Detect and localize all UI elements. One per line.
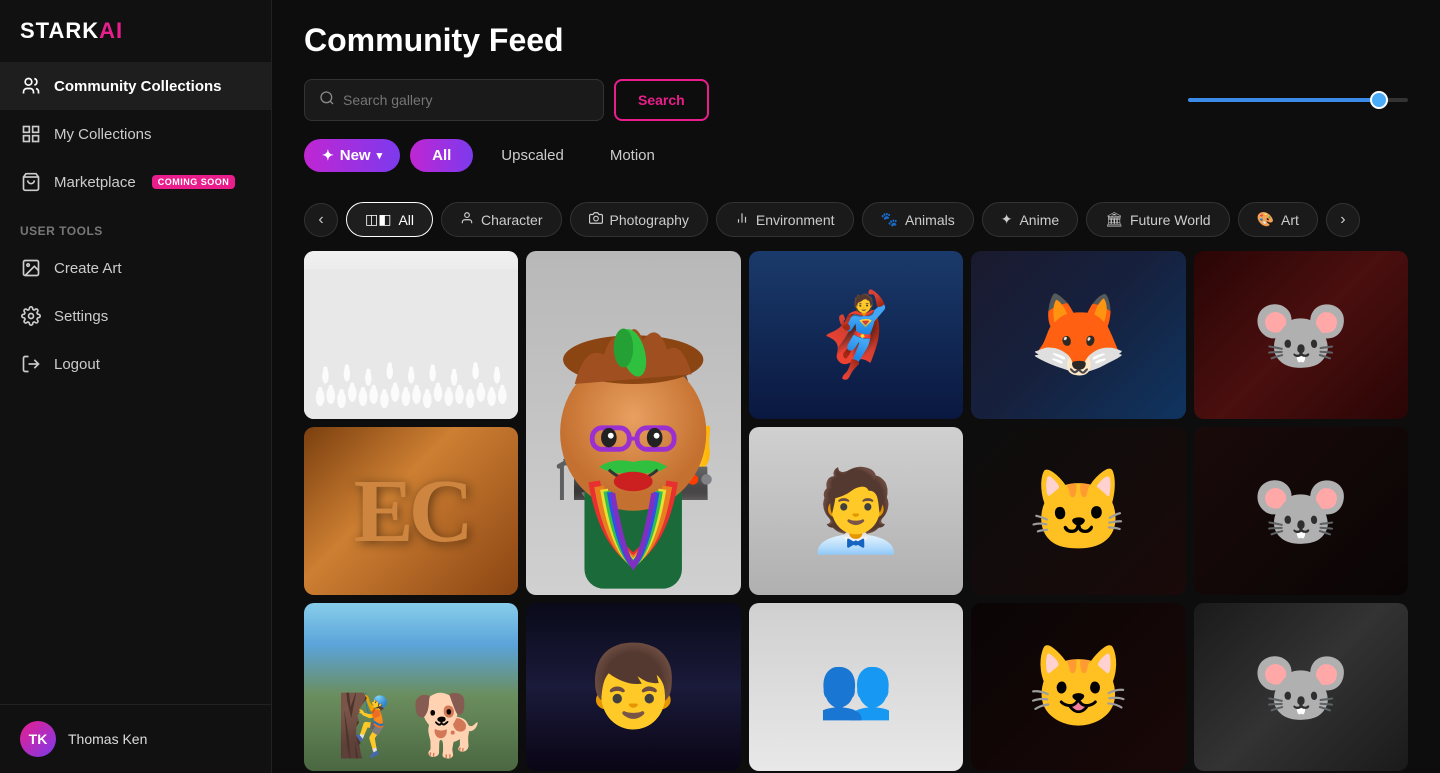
category-label-future-world: Future World bbox=[1130, 212, 1211, 228]
category-tab-animals[interactable]: 🐾 Animals bbox=[862, 202, 974, 237]
category-label-character: Character bbox=[481, 212, 542, 228]
page-title: Community Feed bbox=[304, 22, 1408, 59]
category-tab-anime[interactable]: ✦ Anime bbox=[982, 202, 1078, 237]
sidebar-item-logout[interactable]: Logout bbox=[0, 340, 271, 388]
search-row: Search bbox=[304, 79, 1408, 121]
sidebar-label-marketplace: Marketplace bbox=[54, 174, 136, 191]
slider-wrap bbox=[1188, 98, 1408, 102]
anime-icon: ✦ bbox=[1001, 211, 1013, 228]
sidebar-item-community[interactable]: Community Collections bbox=[0, 62, 271, 110]
logo-stark: STARK bbox=[20, 18, 99, 43]
logout-icon bbox=[20, 353, 42, 375]
category-prev-button[interactable]: ‹ bbox=[304, 203, 338, 237]
filter-upscaled-button[interactable]: Upscaled bbox=[483, 139, 582, 172]
art-icon: 🎨 bbox=[1257, 211, 1274, 228]
caret-down-icon: ▾ bbox=[377, 149, 383, 162]
sidebar-label-settings: Settings bbox=[54, 308, 108, 325]
filter-all-button[interactable]: All bbox=[410, 139, 473, 172]
search-input[interactable] bbox=[343, 92, 543, 108]
gallery-item-1[interactable] bbox=[304, 251, 518, 419]
gallery-scroll[interactable]: 🧑‍🎤 bbox=[272, 251, 1440, 773]
image-icon bbox=[20, 257, 42, 279]
sidebar: STARKAI Community Collections My Collect… bbox=[0, 0, 272, 773]
sidebar-item-my-collections[interactable]: My Collections bbox=[0, 110, 271, 158]
category-tab-all[interactable]: ◫◧ All bbox=[346, 202, 433, 237]
category-tab-art[interactable]: 🎨 Art bbox=[1238, 202, 1318, 237]
category-tab-future-world[interactable]: 🏛 Future World bbox=[1086, 202, 1229, 237]
gallery-item-5[interactable]: 🐭 bbox=[1194, 251, 1408, 419]
character-icon bbox=[460, 211, 474, 228]
sidebar-item-marketplace[interactable]: Marketplace Coming Soon bbox=[0, 158, 271, 206]
main-header: Community Feed Search ✦ New ▾ bbox=[272, 0, 1440, 202]
ec-letters: EC bbox=[354, 460, 469, 563]
gallery-grid: 🧑‍🎤 bbox=[304, 251, 1408, 771]
grid-icon bbox=[20, 123, 42, 145]
category-tab-environment[interactable]: Environment bbox=[716, 202, 854, 237]
search-icon bbox=[319, 90, 335, 111]
gallery-item-hiker[interactable]: 🧗🐕 bbox=[304, 603, 518, 771]
filter-new-button[interactable]: ✦ New ▾ bbox=[304, 139, 400, 172]
category-label-environment: Environment bbox=[756, 212, 835, 228]
category-label-animals: Animals bbox=[905, 212, 955, 228]
category-next-button[interactable]: › bbox=[1326, 203, 1360, 237]
search-button[interactable]: Search bbox=[614, 79, 709, 121]
user-footer: TK Thomas Ken bbox=[0, 704, 271, 773]
gallery-item-ec[interactable]: EC bbox=[304, 427, 518, 595]
sidebar-label-create-art: Create Art bbox=[54, 260, 122, 277]
view-slider[interactable] bbox=[1188, 98, 1408, 102]
coming-soon-badge: Coming Soon bbox=[152, 175, 236, 189]
photography-icon bbox=[589, 211, 603, 228]
category-label-anime: Anime bbox=[1019, 212, 1059, 228]
gallery-item-political[interactable]: 👥 bbox=[749, 603, 963, 771]
user-name: Thomas Ken bbox=[68, 731, 147, 747]
category-label-art: Art bbox=[1281, 212, 1299, 228]
sparkle-icon: ✦ bbox=[322, 147, 334, 164]
gallery-item-city-char[interactable]: 👦 bbox=[526, 603, 740, 771]
main-content: Community Feed Search ✦ New ▾ bbox=[272, 0, 1440, 773]
gallery-item-mickey[interactable]: 🐭 bbox=[1194, 603, 1408, 771]
category-label-photography: Photography bbox=[610, 212, 689, 228]
logo: STARKAI bbox=[20, 18, 123, 44]
sidebar-label-logout: Logout bbox=[54, 356, 100, 373]
avatar-initials: TK bbox=[29, 731, 48, 747]
filter-motion-button[interactable]: Motion bbox=[592, 139, 673, 172]
filter-row: ✦ New ▾ All Upscaled Motion bbox=[304, 139, 1408, 172]
gallery-item-4[interactable]: 🦊 bbox=[971, 251, 1185, 419]
logo-area: STARKAI bbox=[0, 0, 271, 62]
gallery-item-dark-mouse[interactable]: 🐭 bbox=[1194, 427, 1408, 595]
sidebar-item-create-art[interactable]: Create Art bbox=[0, 244, 271, 292]
category-tab-character[interactable]: Character bbox=[441, 202, 561, 237]
gallery-item-char-tall[interactable]: 🧑‍🎤 bbox=[526, 251, 740, 595]
category-label-all: All bbox=[398, 212, 414, 228]
sidebar-label-community: Community Collections bbox=[54, 78, 222, 95]
logo-ai: AI bbox=[99, 18, 123, 43]
gallery-item-3[interactable]: 🦸 bbox=[749, 251, 963, 419]
future-world-icon: 🏛 bbox=[1105, 211, 1123, 228]
environment-icon bbox=[735, 211, 749, 228]
settings-icon bbox=[20, 305, 42, 327]
sidebar-nav: Community Collections My Collections Mar… bbox=[0, 62, 271, 704]
animals-icon: 🐾 bbox=[881, 211, 898, 228]
people-icon bbox=[20, 75, 42, 97]
shop-icon bbox=[20, 171, 42, 193]
category-row: ‹ ◫◧ All Character Photography Environme… bbox=[272, 202, 1440, 237]
gallery-item-suit[interactable]: 🧑‍💼 bbox=[749, 427, 963, 595]
user-tools-label: User Tools bbox=[0, 206, 271, 244]
gallery-item-dark-cat2[interactable]: 😺 bbox=[971, 603, 1185, 771]
gallery-item-dark-cat1[interactable]: 🐱 bbox=[971, 427, 1185, 595]
avatar: TK bbox=[20, 721, 56, 757]
search-input-wrap bbox=[304, 79, 604, 121]
category-tab-photography[interactable]: Photography bbox=[570, 202, 708, 237]
sidebar-label-my-collections: My Collections bbox=[54, 126, 152, 143]
all-icon: ◫◧ bbox=[365, 211, 391, 228]
filter-new-label: New bbox=[340, 147, 371, 164]
sidebar-item-settings[interactable]: Settings bbox=[0, 292, 271, 340]
